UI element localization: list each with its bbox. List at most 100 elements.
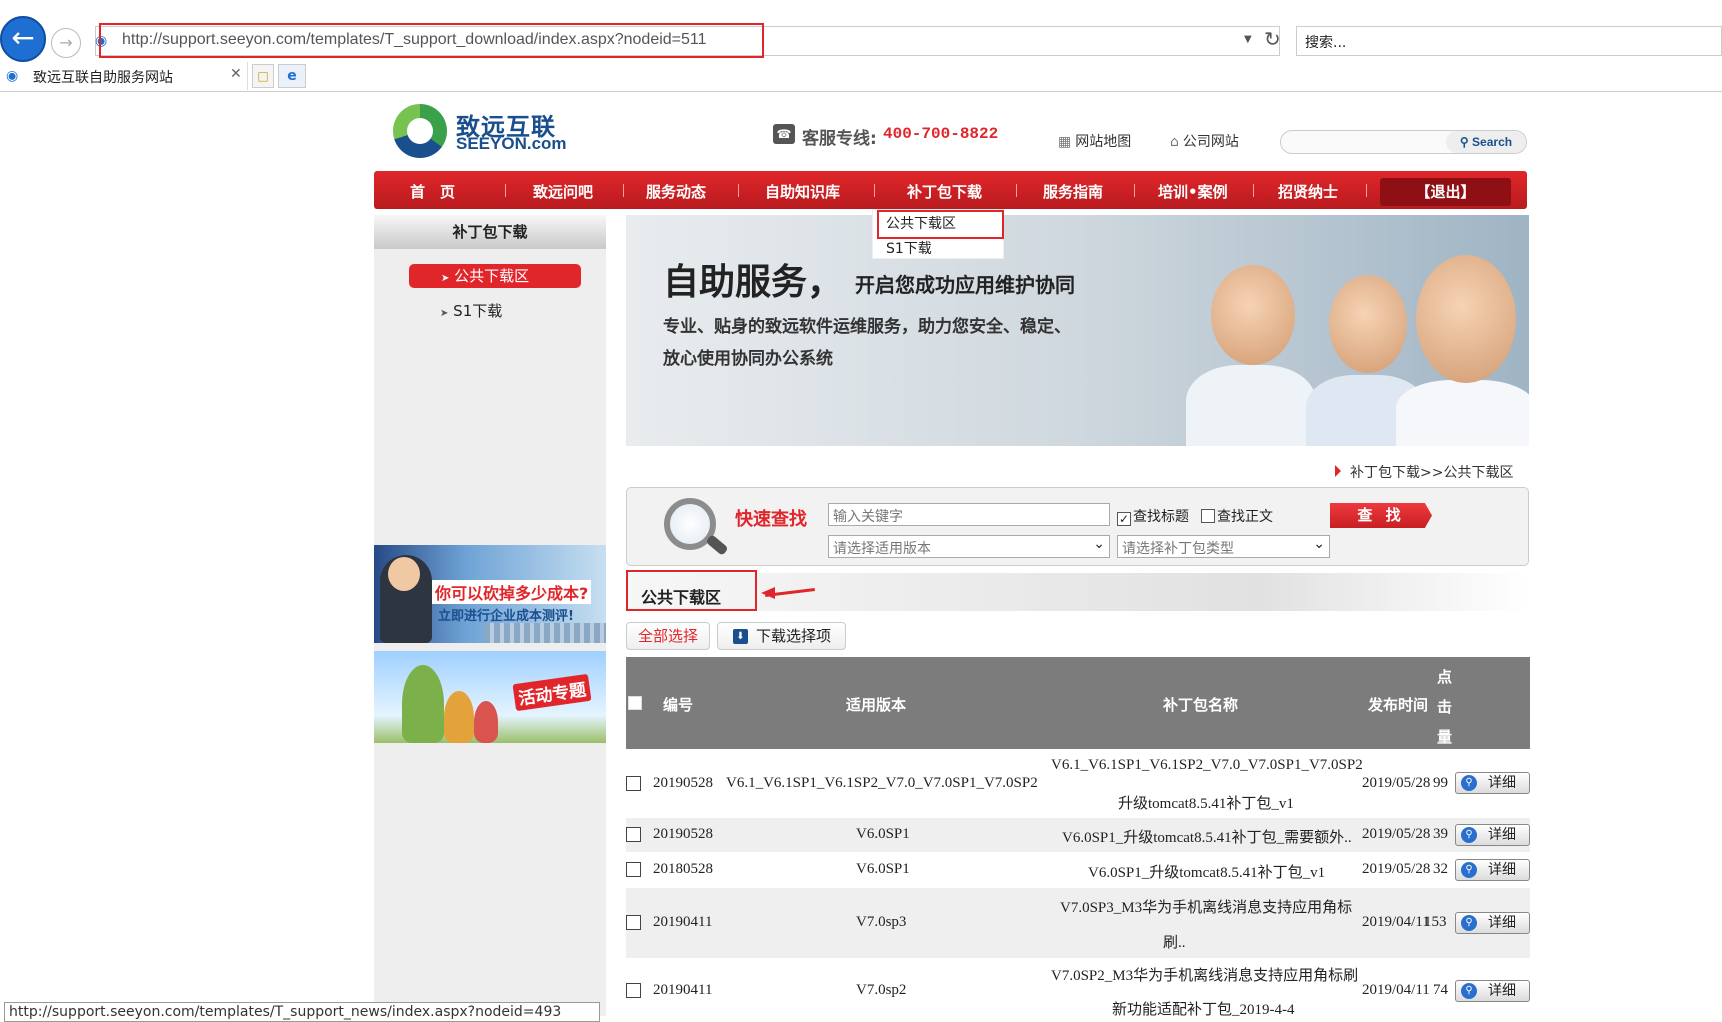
- row-date: 2019/04/11: [1362, 982, 1430, 998]
- row-clicks: 32: [1433, 861, 1448, 877]
- banner-person: [1396, 380, 1529, 446]
- search-button[interactable]: 查 找: [1330, 503, 1432, 528]
- dropdown-highlight-box: [877, 210, 1004, 239]
- sidebar-item-s1-download[interactable]: ➤ S1下载: [440, 300, 502, 321]
- row-name-line2[interactable]: 升级tomcat8.5.41补丁包_v1: [1118, 792, 1294, 813]
- row-version: V6.0SP1: [856, 826, 910, 842]
- ad-city-skyline: [484, 623, 606, 643]
- nav-separator: [738, 184, 739, 197]
- dropdown-item-s1-download[interactable]: S1下载: [886, 238, 932, 258]
- search-body-label: 查找正文: [1217, 509, 1273, 525]
- banner-text-line2: 放心使用协同办公系统: [663, 349, 833, 369]
- company-site-link[interactable]: ⌂ 公司网站: [1170, 131, 1239, 151]
- events-ad[interactable]: 活动专题: [374, 651, 606, 743]
- address-highlight-box: [99, 23, 764, 58]
- tab-title: 致远互联自助服务网站: [33, 70, 173, 86]
- browser-search-input[interactable]: 搜索...: [1296, 26, 1722, 56]
- select-all-button[interactable]: 全部选择: [626, 622, 710, 650]
- sidebar-item-public-download[interactable]: ➤ 公共下载区: [409, 264, 581, 288]
- row-checkbox[interactable]: [626, 915, 641, 930]
- row-id: 20190528: [653, 826, 713, 842]
- banner-headline: 自助服务，: [663, 261, 844, 303]
- ad-subline: 立即进行企业成本测评!: [438, 609, 574, 624]
- nav-home[interactable]: 首 页: [410, 181, 455, 202]
- banner-person: [1186, 365, 1316, 446]
- row-name-line1[interactable]: V6.0SP1_升级tomcat8.5.41补丁包_需要额外..: [1062, 826, 1352, 847]
- row-date: 2019/04/11: [1362, 914, 1430, 930]
- nav-wenba[interactable]: 致远问吧: [533, 181, 593, 202]
- row-name-line1[interactable]: V7.0SP2_M3华为手机离线消息支持应用角标刷: [1051, 964, 1358, 985]
- nav-separator: [1366, 184, 1367, 197]
- nav-training[interactable]: 培训•案例: [1158, 181, 1228, 202]
- company-site-link-label: 公司网站: [1182, 134, 1239, 150]
- chrome-divider: [0, 91, 1722, 92]
- ie-tab-icon: ◉: [6, 68, 19, 84]
- logout-button[interactable]: 【退出】: [1380, 178, 1511, 206]
- nav-knowledge[interactable]: 自助知识库: [765, 181, 840, 202]
- row-name-line1[interactable]: V6.0SP1_升级tomcat8.5.41补丁包_v1: [1088, 861, 1325, 882]
- row-id: 20190411: [653, 982, 713, 998]
- detail-button-label: 详细: [1488, 915, 1516, 931]
- version-select[interactable]: 请选择适用版本 ⌄: [828, 535, 1110, 558]
- nav-jobs[interactable]: 招贤纳士: [1278, 181, 1338, 202]
- refresh-icon[interactable]: ↻: [1264, 27, 1281, 51]
- banner-headline-sub: 开启您成功应用维护协同: [855, 273, 1075, 297]
- nav-news[interactable]: 服务动态: [646, 181, 706, 202]
- ad-person: [444, 691, 474, 743]
- sitemap-link[interactable]: ▦ 网站地图: [1058, 131, 1131, 151]
- detail-button-label: 详细: [1488, 862, 1516, 878]
- search-title-checkbox[interactable]: ✓ 查找标题: [1117, 506, 1189, 526]
- address-dropdown-icon[interactable]: ▼: [1244, 34, 1252, 45]
- logo-text-en[interactable]: SEEYON.com: [456, 134, 567, 154]
- select-all-checkbox[interactable]: [628, 696, 642, 710]
- nav-patch-download[interactable]: 补丁包下载: [907, 181, 982, 202]
- sitemap-link-label: 网站地图: [1075, 134, 1132, 150]
- nav-separator: [1134, 184, 1135, 197]
- back-arrow-icon[interactable]: ←: [0, 16, 46, 62]
- row-clicks: 153: [1424, 914, 1447, 930]
- browser-tab[interactable]: ◉ 致远互联自助服务网站 ✕: [0, 62, 248, 90]
- search-icon: ⚲: [1461, 862, 1477, 878]
- row-checkbox[interactable]: [626, 776, 641, 791]
- row-name-line1[interactable]: V6.1_V6.1SP1_V6.1SP2_V7.0_V7.0SP1_V7.0SP…: [1051, 757, 1363, 774]
- hotline-label: 客服专线:: [802, 129, 877, 149]
- new-tab-icon[interactable]: □: [252, 64, 274, 88]
- annotation-arrowhead: [761, 587, 775, 599]
- row-checkbox[interactable]: [626, 827, 641, 842]
- version-select-value: 请选择适用版本: [833, 541, 931, 557]
- keyword-input[interactable]: 输入关键字: [828, 503, 1110, 526]
- detail-button-label: 详细: [1488, 983, 1516, 999]
- row-name-line2[interactable]: 刷..: [1163, 931, 1186, 952]
- breadcrumb: 补丁包下载>>公共下载区: [1350, 465, 1514, 481]
- ad-headline: 你可以砍掉多少成本?: [432, 580, 592, 604]
- ad-events-label: 活动专题: [512, 673, 592, 712]
- sidebar-item-label: 公共下载区: [454, 267, 530, 285]
- home-icon: ⌂: [1170, 134, 1179, 150]
- hotline-number: 400-700-8822: [883, 125, 999, 143]
- seeyon-logo-icon[interactable]: [393, 104, 447, 158]
- checkbox-icon[interactable]: [1201, 509, 1215, 523]
- close-icon[interactable]: ✕: [230, 66, 242, 82]
- site-search-button[interactable]: ⚲ Search: [1446, 131, 1526, 153]
- cost-evaluation-ad[interactable]: 你可以砍掉多少成本? 立即进行企业成本测评!: [374, 545, 606, 643]
- chevron-down-icon: ⌄: [1093, 536, 1105, 552]
- patch-type-select-value: 请选择补丁包类型: [1122, 541, 1234, 557]
- section-highlight-box: [626, 570, 757, 611]
- row-id: 20180528: [653, 861, 713, 877]
- search-icon: ⚲: [1461, 775, 1477, 791]
- patch-type-select[interactable]: 请选择补丁包类型 ⌄: [1117, 535, 1330, 558]
- nav-separator: [505, 184, 506, 197]
- ie-logo-icon[interactable]: e: [278, 64, 306, 88]
- row-checkbox[interactable]: [626, 862, 641, 877]
- nav-separator: [623, 184, 624, 197]
- nav-guide[interactable]: 服务指南: [1043, 181, 1103, 202]
- browser-search-placeholder: 搜索...: [1305, 35, 1347, 51]
- checkbox-checked-icon[interactable]: ✓: [1117, 512, 1131, 526]
- download-icon: ⬇: [733, 629, 748, 644]
- search-body-checkbox[interactable]: 查找正文: [1201, 506, 1273, 526]
- chevron-right-icon: ➤: [441, 273, 450, 284]
- row-name-line1[interactable]: V7.0SP3_M3华为手机离线消息支持应用角标: [1060, 896, 1352, 917]
- ad-person-face: [388, 557, 420, 591]
- row-checkbox[interactable]: [626, 983, 641, 998]
- forward-arrow-icon[interactable]: →: [51, 28, 81, 58]
